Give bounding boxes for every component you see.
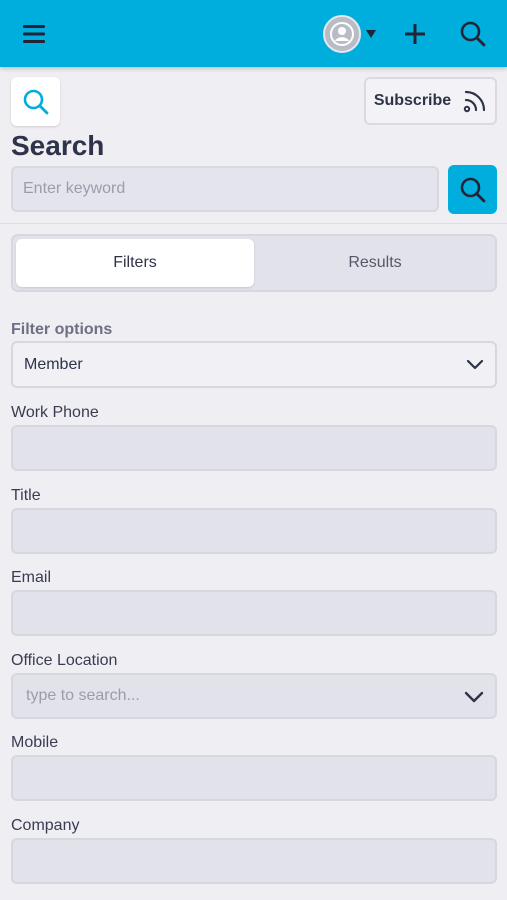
rss-feed-icon xyxy=(463,90,486,113)
work-phone-label: Work Phone xyxy=(11,404,99,421)
work-phone-field[interactable] xyxy=(11,425,497,471)
chevron-down-icon xyxy=(366,30,376,38)
search-app-tile xyxy=(11,77,60,126)
mobile-field[interactable] xyxy=(11,755,497,801)
email-label: Email xyxy=(11,569,52,586)
title-label: Title xyxy=(11,487,41,504)
page-title: Search xyxy=(11,130,105,161)
tab-results[interactable]: Results xyxy=(256,239,494,287)
filter-options-select[interactable]: Member xyxy=(11,341,497,388)
tab-bar: Filters Results xyxy=(11,234,497,292)
plus-icon xyxy=(405,24,425,44)
search-submit-button[interactable] xyxy=(448,165,497,214)
tab-filters[interactable]: Filters xyxy=(16,239,254,287)
subscribe-button[interactable]: Subscribe xyxy=(364,77,497,125)
top-app-bar xyxy=(0,0,507,67)
mobile-label: Mobile xyxy=(11,734,59,751)
office-location-select[interactable]: type to search... xyxy=(11,673,497,719)
search-icon xyxy=(460,21,486,47)
company-field[interactable] xyxy=(11,838,497,884)
search-icon xyxy=(23,89,48,114)
menu-button[interactable] xyxy=(18,17,52,51)
add-button[interactable] xyxy=(398,17,432,51)
chevron-down-icon xyxy=(464,691,484,703)
header-search-button[interactable] xyxy=(456,17,490,51)
office-location-placeholder: type to search... xyxy=(26,687,140,704)
user-avatar-icon xyxy=(330,22,354,46)
title-field[interactable] xyxy=(11,508,497,554)
chevron-down-icon xyxy=(466,359,484,370)
divider xyxy=(0,223,507,224)
search-input[interactable] xyxy=(11,166,439,212)
hamburger-menu-icon xyxy=(23,25,45,43)
company-label: Company xyxy=(11,817,80,834)
avatar xyxy=(323,15,361,53)
subscribe-label: Subscribe xyxy=(373,92,452,109)
filter-options-value: Member xyxy=(24,355,83,373)
filter-options-label: Filter options xyxy=(11,321,113,338)
office-location-label: Office Location xyxy=(11,652,118,669)
user-menu-button[interactable] xyxy=(322,14,378,54)
search-icon xyxy=(460,177,485,202)
email-field[interactable] xyxy=(11,590,497,636)
